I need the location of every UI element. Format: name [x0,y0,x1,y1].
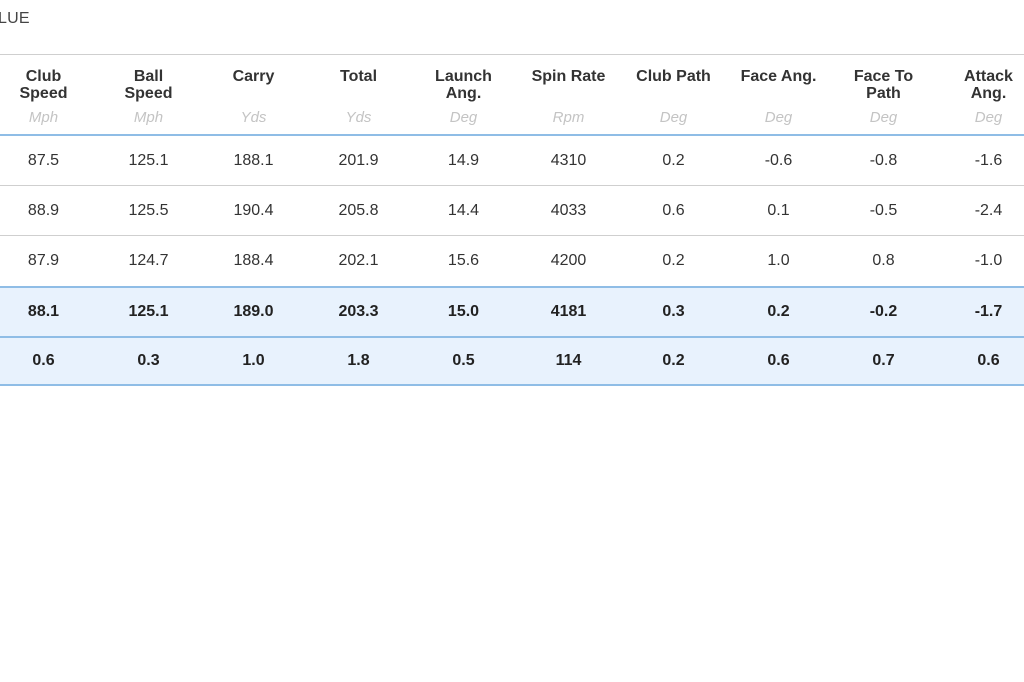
table-cell: -0.5 [869,201,898,219]
table-cell: 87.9 [27,252,60,269]
column-name: Face To Path [853,68,914,102]
column-unit: Yds [345,109,372,126]
table-cell: -0.6 [764,151,793,169]
table-cell: 205.8 [338,201,379,219]
column-name: Carry [232,68,275,85]
header-face-to-path[interactable]: Face To Path Deg [831,55,936,134]
summary-cell: 203.3 [338,303,379,320]
table-cell: -2.4 [974,201,1003,219]
table-cell: 0.1 [767,201,790,219]
column-unit: Deg [974,109,1003,126]
table-cell: 4310 [550,151,587,169]
table-cell: 124.7 [128,252,169,269]
table-row[interactable]: 88.9 125.5 190.4 205.8 14.4 4033 0.6 0.1… [0,186,1024,236]
table-cell: 14.9 [447,151,480,169]
column-name: Total [339,68,378,85]
header-club-speed[interactable]: Club Speed Mph [0,55,96,134]
summary-cell: 0.2 [767,303,790,320]
table-cell: 188.4 [233,252,274,269]
column-name: Attack Ang. [964,68,1013,102]
table-cell: -1.0 [974,252,1003,269]
table-cell: 14.4 [447,201,480,219]
summary-cell: 1.0 [242,352,265,369]
column-unit: Mph [133,109,164,126]
header-spin-rate[interactable]: Spin Rate Rpm [516,55,621,134]
table-cell: 1.0 [767,252,790,269]
table-cell: 0.2 [662,252,685,269]
summary-cell: 0.6 [767,352,790,369]
summary-cell: -0.2 [869,303,898,320]
column-unit: Deg [449,109,478,126]
table-cell: 88.9 [27,201,60,219]
column-name: Face Ang. [740,68,817,85]
summary-cell: 0.3 [662,303,685,320]
table-cell: -0.8 [869,151,898,169]
column-name: Club Speed [19,68,68,102]
header-face-angle[interactable]: Face Ang. Deg [726,55,831,134]
table-cell: 15.6 [447,252,480,269]
column-unit: Deg [869,109,898,126]
column-unit: Yds [240,109,267,126]
table-cell: 202.1 [338,252,379,269]
summary-cell: 114 [555,352,582,369]
table-cell: 4200 [550,252,587,269]
summary-cell: 0.7 [872,352,895,369]
table-cell: 0.8 [872,252,895,269]
table-row[interactable]: 87.5 125.1 188.1 201.9 14.9 4310 0.2 -0.… [0,136,1024,186]
table-cell: -1.6 [974,151,1003,169]
summary-cell: -1.7 [974,303,1003,320]
summary-cell: 0.6 [32,352,55,369]
table-cell: 190.4 [233,201,274,219]
table-header: Club Speed Mph Ball Speed Mph Carry Yds To… [0,55,1024,136]
table-row[interactable]: 87.9 124.7 188.4 202.1 15.6 4200 0.2 1.0… [0,236,1024,286]
summary-cell: 0.5 [452,352,475,369]
header-launch-angle[interactable]: Launch Ang. Deg [411,55,516,134]
summary-cell: 88.1 [27,303,60,320]
table-cell: 87.5 [27,151,60,169]
column-unit: Mph [28,109,59,126]
session-title: LUE [0,10,30,27]
column-name: Club Path [636,68,711,85]
summary-cell: 0.6 [977,352,1000,369]
column-name: Ball Speed [124,68,173,102]
header-carry[interactable]: Carry Yds [201,55,306,134]
deviation-row: 0.6 0.3 1.0 1.8 0.5 114 0.2 0.6 0.7 0.6 [0,336,1024,386]
shot-data-table: Club Speed Mph Ball Speed Mph Carry Yds To… [0,54,1024,386]
summary-cell: 0.3 [137,352,160,369]
summary-cell: 15.0 [447,303,480,320]
summary-cell: 125.1 [128,303,169,320]
header-club-path[interactable]: Club Path Deg [621,55,726,134]
table-cell: 4033 [550,201,587,219]
header-attack-angle[interactable]: Attack Ang. Deg [936,55,1024,134]
header-total[interactable]: Total Yds [306,55,411,134]
column-unit: Deg [659,109,688,126]
summary-cell: 189.0 [233,303,274,320]
table-cell: 125.1 [128,151,169,169]
table-cell: 201.9 [338,151,379,169]
table-cell: 0.6 [662,201,685,219]
table-cell: 188.1 [233,151,274,169]
average-row: 88.1 125.1 189.0 203.3 15.0 4181 0.3 0.2… [0,286,1024,336]
summary-cell: 4181 [550,303,587,320]
column-name: Spin Rate [531,68,606,85]
column-unit: Rpm [552,109,585,126]
table-cell: 125.5 [128,201,169,219]
table-cell: 0.2 [662,151,685,169]
summary-cell: 0.2 [662,352,685,369]
column-name: Launch Ang. [435,68,492,102]
summary-cell: 1.8 [347,352,370,369]
header-ball-speed[interactable]: Ball Speed Mph [96,55,201,134]
column-unit: Deg [764,109,793,126]
